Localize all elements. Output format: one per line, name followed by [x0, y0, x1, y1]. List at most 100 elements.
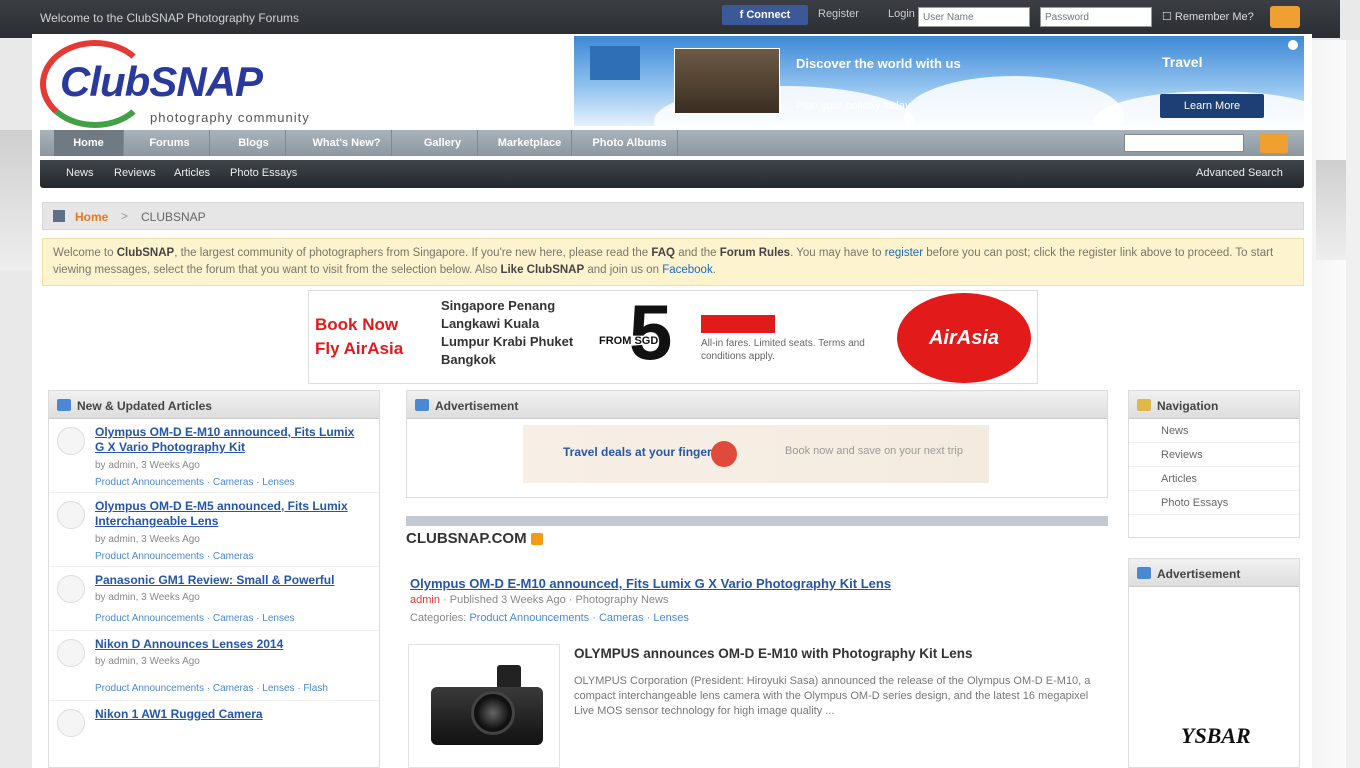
article-title-link[interactable]: Olympus OM-D E-M10 announced, Fits Lumix… [410, 576, 1100, 591]
tab-whats-new[interactable]: What's New? [302, 130, 392, 156]
section-title-text: CLUBSNAP.COM [406, 530, 527, 547]
banner-cta-button[interactable]: Learn More [1160, 94, 1264, 118]
post-meta: by admin, 3 Weeks Ago [95, 592, 200, 603]
rss-icon[interactable] [530, 533, 543, 546]
inline-ad-button[interactable] [711, 441, 737, 467]
article-author-link[interactable]: admin [410, 594, 440, 606]
notice-rules-link[interactable]: Forum Rules [720, 247, 790, 259]
article-thumbnail[interactable] [408, 644, 560, 768]
post-title-link[interactable]: Olympus OM-D E-M10 announced, Fits Lumix… [95, 425, 365, 455]
navigation-title: Navigation [1157, 399, 1219, 413]
subnav-advanced-search[interactable]: Advanced Search [1196, 167, 1283, 179]
page-scrollbar[interactable] [1346, 40, 1360, 768]
register-link[interactable]: Register [818, 8, 859, 20]
tab-blogs[interactable]: Blogs [222, 130, 286, 156]
tab-home[interactable]: Home [54, 130, 124, 156]
post-categories[interactable]: Product Announcements · Cameras [95, 551, 365, 562]
tab-forums[interactable]: Forums [130, 130, 210, 156]
notice-facebook-link[interactable]: Facebook [662, 264, 713, 276]
post-categories[interactable]: Product Announcements · Cameras · Lenses [95, 613, 365, 624]
banner-headline: Discover the world with us [796, 56, 961, 71]
articles-block-header: New & Updated Articles [49, 391, 379, 419]
ad-destinations: Singapore Penang Langkawi Kuala Lumpur K… [441, 298, 574, 367]
ad-icon [1137, 567, 1151, 579]
home-icon[interactable] [53, 210, 65, 222]
article-tag-links[interactable]: Product Announcements · Cameras · Lenses [469, 612, 689, 624]
subnav-news[interactable]: News [66, 167, 94, 179]
login-link[interactable]: Login [888, 8, 915, 20]
navigation-header: Navigation [1129, 391, 1299, 419]
inline-ad[interactable]: Travel deals at your fingertips Book now… [523, 425, 989, 483]
post-title-link[interactable]: Nikon 1 AW1 Rugged Camera [95, 707, 365, 722]
tab-gallery[interactable]: Gallery [408, 130, 478, 156]
welcome-notice: Welcome to ClubSNAP, the largest communi… [42, 238, 1304, 286]
airasia-ad-banner[interactable]: Book Now Fly AirAsia Singapore Penang Lan… [308, 290, 1038, 384]
notice-text: and join us on [584, 264, 663, 276]
post-meta: by admin, 3 Weeks Ago [95, 534, 200, 545]
article-tags-label: Categories: [410, 612, 470, 624]
camera-viewfinder [497, 665, 521, 689]
remember-me-checkbox[interactable]: ☐ Remember Me? [1162, 10, 1254, 23]
sidebar-ad-header: Advertisement [1129, 559, 1299, 587]
right-sidebar: Navigation News Reviews Articles Photo E… [1128, 390, 1300, 768]
sidebar-item-news[interactable]: News [1129, 419, 1299, 443]
subnav-photo-essays[interactable]: Photo Essays [230, 167, 297, 179]
camera-lens [471, 691, 515, 735]
tab-photo-albums[interactable]: Photo Albums [582, 130, 678, 156]
header-banner-ad[interactable]: Discover the world with us Plan your hol… [574, 36, 1304, 126]
notice-text: . You may have to [790, 247, 885, 259]
ad-fine-print: All-in fares. Limited seats. Terms and c… [701, 338, 865, 362]
tab-marketplace[interactable]: Marketplace [488, 130, 572, 156]
logo-subtitle: photography community [150, 110, 310, 125]
notice-like-link[interactable]: Like ClubSNAP [500, 264, 584, 276]
sidebar-item-photo-essays[interactable]: Photo Essays [1129, 491, 1299, 515]
notice-faq-link[interactable]: FAQ [651, 247, 675, 259]
ad-red-line-1: Book Now [315, 315, 399, 334]
breadcrumb: Home > CLUBSNAP [42, 202, 1304, 230]
folder-icon [1137, 399, 1151, 411]
site-logo[interactable]: ClubSNAP photography community [40, 40, 310, 130]
post-title-link[interactable]: Panasonic GM1 Review: Small & Powerful [95, 573, 365, 588]
ad-info-icon[interactable] [1288, 40, 1298, 50]
subnav-articles[interactable]: Articles [174, 167, 210, 179]
avatar [57, 639, 85, 667]
list-item: Olympus OM-D E-M10 announced, Fits Lumix… [49, 419, 379, 493]
sidebar-item-articles[interactable]: Articles [1129, 467, 1299, 491]
main-navbar: Home Forums Blogs What's New? Gallery Ma… [40, 130, 1304, 156]
post-categories[interactable]: Product Announcements · Cameras · Lenses… [95, 683, 365, 694]
breadcrumb-home[interactable]: Home [75, 210, 108, 224]
ad-red-tag [701, 315, 775, 333]
article-heading: OLYMPUS announces OM-D E-M10 with Photog… [574, 646, 973, 661]
breadcrumb-separator: > [121, 209, 129, 223]
post-categories[interactable]: Product Announcements · Cameras · Lenses [95, 477, 365, 488]
password-input[interactable] [1040, 7, 1152, 27]
banner-brand: Travel [1162, 54, 1203, 70]
banner-subtext: Plan your holiday today [796, 100, 911, 112]
list-item: Panasonic GM1 Review: Small & Powerful b… [49, 567, 379, 631]
banner-cloud [904, 76, 1124, 126]
ad-red-line-2: Fly AirAsia [315, 339, 404, 358]
inline-ad-text: Travel deals at your fingertips [563, 445, 734, 459]
sidebar-ad-brand[interactable]: YSBAR [1181, 723, 1251, 749]
articles-block: New & Updated Articles Olympus OM-D E-M1… [48, 390, 380, 768]
nav-search-button[interactable] [1260, 133, 1288, 153]
username-input[interactable] [918, 7, 1030, 27]
nav-search-input[interactable] [1124, 134, 1244, 152]
facebook-connect-button[interactable]: f Connect [722, 5, 808, 25]
notice-bold: ClubSNAP [116, 247, 175, 259]
avatar [57, 709, 85, 737]
banner-photo [674, 48, 780, 114]
login-go-button[interactable] [1270, 6, 1300, 28]
subnav-reviews[interactable]: Reviews [114, 167, 156, 179]
top-bar: Welcome to the ClubSNAP Photography Foru… [0, 0, 1340, 38]
notice-text: . [712, 264, 716, 276]
mid-ad-header: Advertisement [407, 391, 1107, 419]
notice-register-link[interactable]: register [885, 247, 923, 259]
section-divider [406, 516, 1108, 526]
list-item: Olympus OM-D E-M5 announced, Fits Lumix … [49, 493, 379, 567]
site-tagline: Welcome to the ClubSNAP Photography Foru… [40, 11, 300, 25]
sidebar-item-reviews[interactable]: Reviews [1129, 443, 1299, 467]
post-title-link[interactable]: Nikon D Announces Lenses 2014 [95, 637, 365, 652]
airasia-logo: AirAsia [897, 293, 1031, 383]
post-title-link[interactable]: Olympus OM-D E-M5 announced, Fits Lumix … [95, 499, 365, 529]
